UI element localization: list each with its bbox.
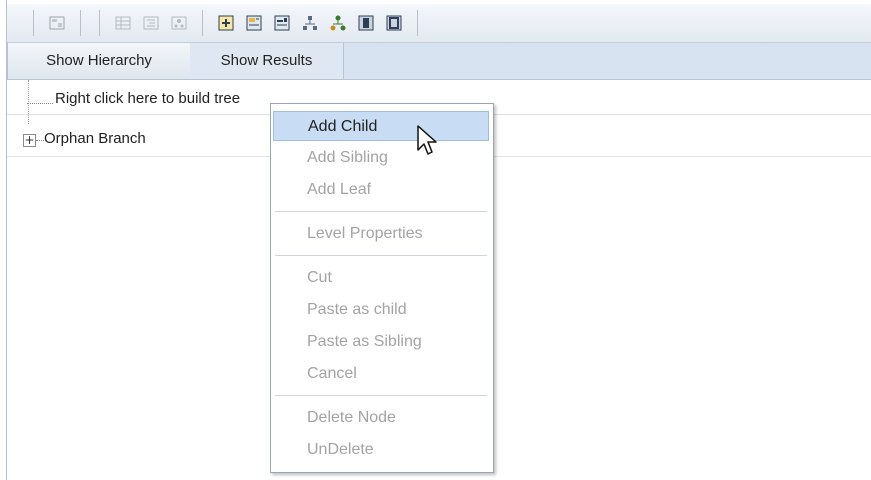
tab-show-hierarchy[interactable]: Show Hierarchy xyxy=(7,43,191,79)
tab-bar: Show Hierarchy Show Results xyxy=(7,43,871,80)
view-icon[interactable] xyxy=(48,14,66,32)
collapse-icon[interactable] xyxy=(273,14,291,32)
menu-item-cancel[interactable]: Cancel xyxy=(273,359,489,389)
mouse-pointer-icon xyxy=(417,125,437,155)
expand-plus-icon[interactable]: + xyxy=(23,134,36,147)
hierarchy-icon[interactable] xyxy=(301,14,319,32)
toolbar-separator xyxy=(202,10,203,36)
menu-item-paste-as-child[interactable]: Paste as child xyxy=(273,295,489,325)
tree-icon[interactable] xyxy=(170,14,188,32)
menu-item-add-child[interactable]: Add Child xyxy=(273,111,489,141)
grid-icon[interactable] xyxy=(114,14,132,32)
menu-item-delete-node[interactable]: Delete Node xyxy=(273,403,489,433)
tree-connector xyxy=(36,140,44,141)
tree-connector xyxy=(27,103,53,104)
orphan-branch-label: Orphan Branch xyxy=(44,130,146,147)
toolbar-separator xyxy=(80,10,81,36)
context-menu: Add Child Add Sibling Add Leaf Level Pro… xyxy=(270,103,494,473)
indent-icon[interactable] xyxy=(142,14,160,32)
menu-separator xyxy=(275,255,487,256)
menu-item-undelete[interactable]: UnDelete xyxy=(273,435,489,465)
toolbar-separator xyxy=(33,10,34,36)
menu-separator xyxy=(275,211,487,212)
menu-item-level-properties[interactable]: Level Properties xyxy=(273,219,489,249)
toolbar xyxy=(7,4,871,43)
add-box-icon[interactable] xyxy=(217,14,235,32)
column-icon[interactable] xyxy=(357,14,375,32)
menu-separator xyxy=(275,395,487,396)
panel-icon[interactable] xyxy=(385,14,403,32)
menu-item-paste-as-sibling[interactable]: Paste as Sibling xyxy=(273,327,489,357)
toolbar-separator xyxy=(417,10,418,36)
org-chart-icon[interactable] xyxy=(329,14,347,32)
expand-icon[interactable] xyxy=(245,14,263,32)
toolbar-separator xyxy=(99,10,100,36)
tab-show-results[interactable]: Show Results xyxy=(190,43,344,79)
menu-item-cut[interactable]: Cut xyxy=(273,263,489,293)
menu-item-add-leaf[interactable]: Add Leaf xyxy=(273,175,489,205)
menu-item-add-sibling[interactable]: Add Sibling xyxy=(273,143,489,173)
root-hint-label: Right click here to build tree xyxy=(55,90,241,107)
